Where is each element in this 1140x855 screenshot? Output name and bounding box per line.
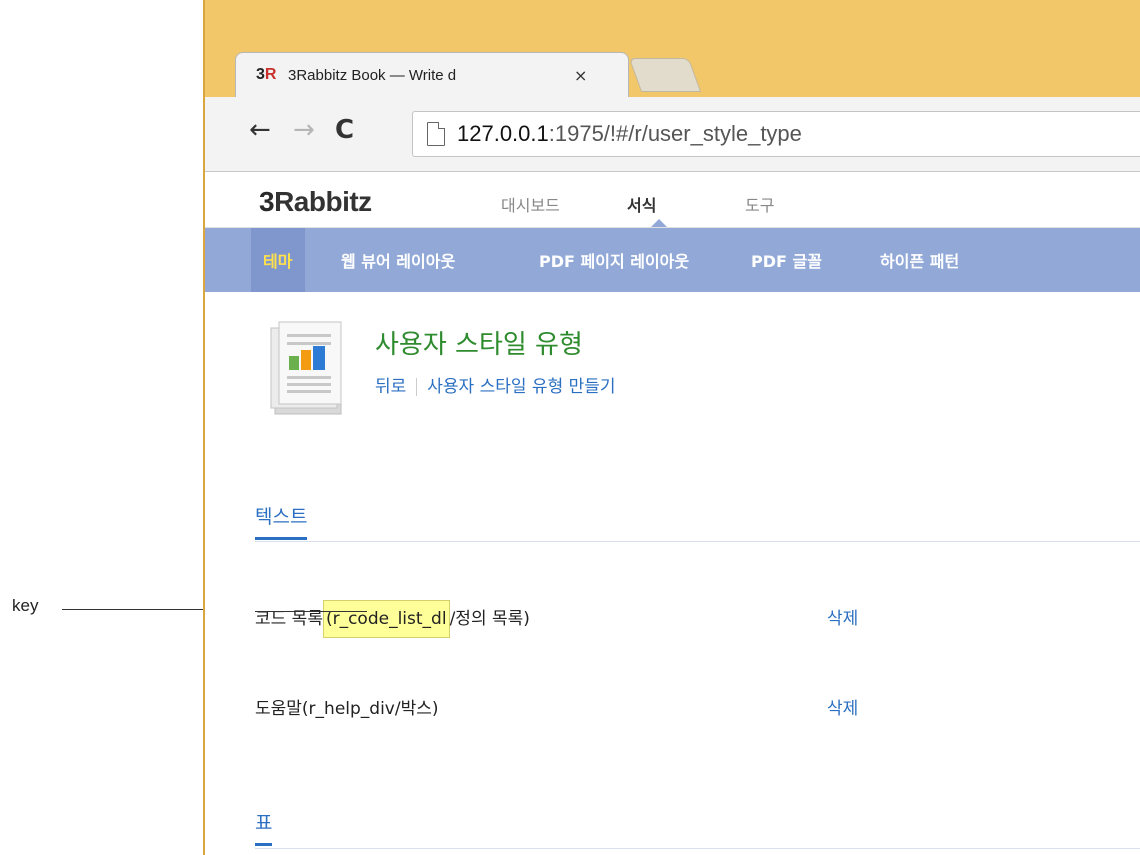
brand-logo[interactable]: 3Rabbitz bbox=[259, 186, 372, 218]
reload-icon[interactable]: C bbox=[335, 115, 354, 145]
back-link[interactable]: 뒤로 bbox=[375, 377, 406, 397]
annotation-label: key bbox=[12, 596, 39, 615]
tab-favicon: 3R bbox=[256, 66, 277, 83]
page-content: 3Rabbitz 대시보드 서식 도구 테마 웹 뷰어 레이아웃 PDF 페이지… bbox=[205, 172, 1140, 855]
forward-arrow-icon[interactable]: → bbox=[293, 115, 315, 145]
highlighted-key: (r_code_list_dl bbox=[322, 600, 450, 638]
document-icon bbox=[270, 321, 342, 415]
section-tab-text[interactable]: 텍스트 bbox=[255, 502, 308, 540]
breadcrumb-separator bbox=[416, 378, 418, 396]
browser-window: 3R 3Rabbitz Book — Write d × ← → C 127.0… bbox=[203, 0, 1140, 855]
delete-link[interactable]: 삭제 bbox=[827, 604, 858, 629]
section-divider bbox=[255, 541, 1140, 542]
create-style-type-link[interactable]: 사용자 스타일 유형 만들기 bbox=[427, 377, 615, 397]
address-bar[interactable]: 127.0.0.1:1975/!#/r/user_style_type bbox=[412, 111, 1140, 157]
subnav-web-viewer-layout[interactable]: 웹 뷰어 레이아웃 bbox=[341, 248, 455, 272]
subnav-theme[interactable]: 테마 bbox=[263, 248, 292, 272]
browser-tab[interactable]: 3R 3Rabbitz Book — Write d × bbox=[235, 52, 629, 99]
style-row-label: 도움말(r_help_div/박스) bbox=[255, 699, 439, 719]
section-tab-table[interactable]: 표 bbox=[255, 808, 273, 846]
annotation-leader-line-overlay bbox=[255, 611, 367, 612]
menu-dashboard[interactable]: 대시보드 bbox=[501, 192, 560, 216]
menu-tools[interactable]: 도구 bbox=[745, 192, 774, 216]
app-header: 3Rabbitz 대시보드 서식 도구 bbox=[205, 172, 1140, 228]
back-arrow-icon[interactable]: ← bbox=[249, 115, 271, 145]
delete-link[interactable]: 삭제 bbox=[827, 694, 858, 719]
browser-toolbar: ← → C 127.0.0.1:1975/!#/r/user_style_typ… bbox=[205, 97, 1140, 172]
subnav-pdf-page-layout[interactable]: PDF 페이지 레이아웃 bbox=[539, 248, 689, 272]
url-text[interactable]: 127.0.0.1:1975/!#/r/user_style_type bbox=[457, 121, 802, 147]
sub-navigation: 테마 웹 뷰어 레이아웃 PDF 페이지 레이아웃 PDF 글꼴 하이픈 패턴 bbox=[205, 228, 1140, 292]
tab-close-icon[interactable]: × bbox=[574, 66, 587, 85]
page-title: 사용자 스타일 유형 bbox=[375, 330, 583, 360]
page-icon bbox=[427, 122, 445, 146]
new-tab-button[interactable] bbox=[628, 58, 702, 92]
menu-format[interactable]: 서식 bbox=[627, 192, 656, 216]
tab-title: 3Rabbitz Book — Write d bbox=[288, 67, 548, 84]
subnav-hyphen-pattern[interactable]: 하이픈 패턴 bbox=[880, 248, 959, 272]
subnav-pdf-font[interactable]: PDF 글꼴 bbox=[751, 248, 822, 272]
active-menu-caret bbox=[651, 219, 667, 227]
breadcrumb: 뒤로 사용자 스타일 유형 만들기 bbox=[375, 372, 616, 397]
style-row-label: 코드 목록 (r_code_list_dl/정의 목록) bbox=[255, 600, 530, 638]
section-divider bbox=[255, 848, 1140, 849]
